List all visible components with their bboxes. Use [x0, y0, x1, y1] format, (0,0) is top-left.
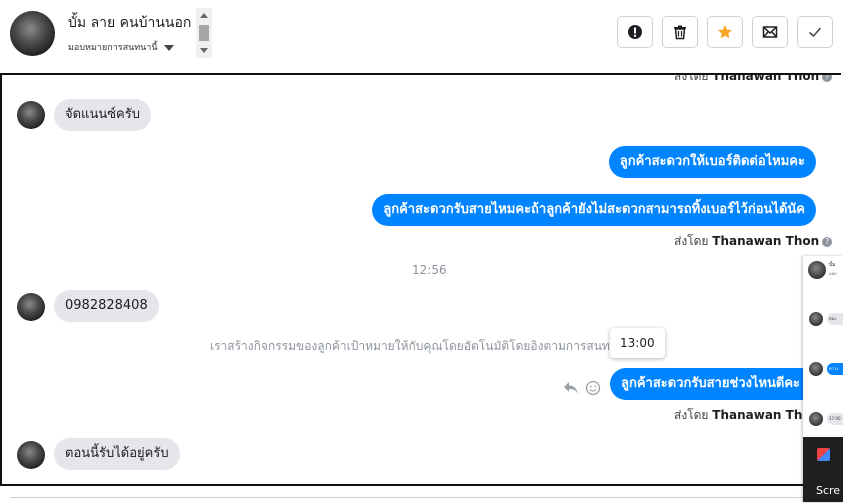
preview-bubble: ต่อง: [827, 313, 843, 325]
message-bubble-incoming[interactable]: จัดแนนซ์ครับ: [54, 99, 151, 131]
timestamp: 12:56: [412, 263, 447, 277]
trash-icon: [674, 25, 686, 40]
sent-by-prefix: ส่งโดย: [674, 73, 709, 83]
message-bubble-incoming[interactable]: ตอนนี้รับได้อยู่ครับ: [54, 438, 180, 470]
conversation-header: บั้ม ลาย คนบ้านนอก มอบหมายการสนทนานี้: [0, 0, 843, 70]
preview-bubble: 17:00: [827, 413, 843, 425]
assign-conversation-dropdown[interactable]: มอบหมายการสนทนานี้: [68, 40, 174, 54]
message-composer[interactable]: [10, 497, 843, 503]
sent-by-prefix: ส่งโดย: [674, 234, 709, 248]
time-tooltip: 13:00: [610, 328, 665, 358]
scroll-thumb[interactable]: [199, 25, 209, 41]
star-button[interactable]: [707, 16, 743, 48]
assign-label: มอบหมายการสนทนานี้: [68, 43, 158, 53]
message-bubble-outgoing[interactable]: ลูกค้าสะดวกให้เบอร์ติดต่อไหมคะ: [608, 146, 816, 178]
star-icon: [718, 25, 732, 39]
check-icon: [809, 27, 822, 38]
sent-by-label: ส่งโดย Thanawan Thon?: [674, 73, 833, 86]
avatar: [809, 362, 823, 376]
avatar[interactable]: [17, 293, 45, 321]
info-icon[interactable]: ?: [822, 75, 833, 82]
sent-by-label: ส่งโดย Thanawan Thon?: [674, 232, 833, 251]
message-thread[interactable]: ส่งโดย Thanawan Thon? จัดแนนซ์ครับ ลูกค้…: [0, 73, 841, 486]
avatar: [809, 412, 823, 426]
avatar[interactable]: [17, 101, 45, 129]
taskbar-item[interactable]: Scre: [803, 437, 843, 502]
mail-off-icon: [762, 26, 778, 38]
alert-icon: [628, 25, 642, 39]
message-tools: [563, 380, 601, 396]
system-notice: เราสร้างกิจกรรมของลูกค้าเป้าหมายให้กับคุ…: [210, 339, 619, 353]
info-icon[interactable]: ?: [822, 236, 833, 247]
preview-subtitle: มอบ: [829, 271, 837, 276]
contact-name[interactable]: บั้ม ลาย คนบ้านนอก: [68, 12, 191, 34]
mark-unread-button[interactable]: [752, 16, 788, 48]
app-icon: [817, 448, 830, 461]
sent-by-label: ส่งโดย Thanawan Thon: [674, 406, 819, 425]
avatar: [808, 261, 826, 279]
chevron-down-icon: [163, 44, 174, 51]
avatar[interactable]: [17, 441, 45, 469]
scroll-up-icon[interactable]: [200, 13, 208, 18]
sent-by-name: Thanawan Thon: [712, 73, 820, 83]
emoji-icon[interactable]: [585, 380, 601, 396]
message-bubble-incoming[interactable]: 0982828408: [54, 290, 159, 322]
sent-by-prefix: ส่งโดย: [674, 408, 709, 422]
sent-by-name: Thanawan Thon: [712, 234, 820, 248]
header-actions: [617, 16, 833, 48]
mark-spam-button[interactable]: [617, 16, 653, 48]
scroll-down-icon[interactable]: [200, 48, 208, 53]
avatar[interactable]: [10, 11, 55, 56]
avatar: [809, 312, 823, 326]
mark-done-button[interactable]: [797, 16, 833, 48]
preview-name: บั้ม: [829, 262, 836, 268]
delete-button[interactable]: [662, 16, 698, 48]
message-bubble-outgoing[interactable]: ลูกค้าสะดวกรับสายช่วงไหนดีคะ: [610, 368, 812, 400]
name-scrollbar[interactable]: [196, 8, 212, 58]
taskbar-label: Scre: [816, 484, 841, 497]
reply-icon[interactable]: [563, 381, 579, 395]
preview-panel: บั้ม มอบ ต่อง ค่าวร 17:00 Scre: [803, 256, 843, 502]
message-bubble-outgoing[interactable]: ลูกค้าสะดวกรับสายไหมคะถ้าลูกค้ายังไม่สะด…: [372, 194, 816, 226]
preview-bubble: ค่าวร: [827, 363, 843, 375]
